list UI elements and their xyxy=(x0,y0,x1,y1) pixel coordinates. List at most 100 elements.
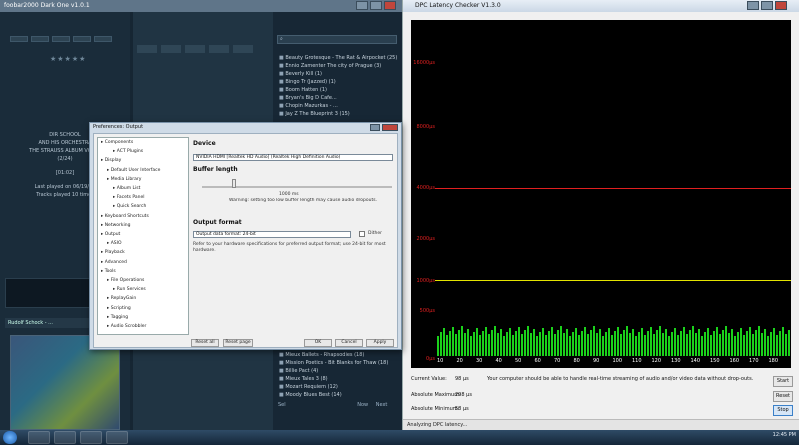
ok-button[interactable]: OK xyxy=(304,339,332,347)
playlist-item[interactable]: Boom Hatten (1) xyxy=(279,87,399,94)
y-tick-label: 16000µs xyxy=(413,60,435,66)
tree-item[interactable]: ▸ Audio Scrobbler xyxy=(107,324,146,329)
start-button[interactable] xyxy=(3,431,17,444)
taskbar: 12:45 PM xyxy=(0,430,799,445)
tree-item[interactable]: ▸ Facets Panel xyxy=(113,195,145,200)
y-tick-label: 2000µs xyxy=(416,236,435,242)
tree-item[interactable]: ▸ ACT Plugins xyxy=(113,149,143,154)
playlist-item[interactable]: Beauty Grotesque - The Rat & Airpocket (… xyxy=(279,55,399,62)
tree-item[interactable]: ▸ Default User Interface xyxy=(107,168,160,173)
taskbar-app[interactable] xyxy=(106,431,128,444)
start-button[interactable]: Start xyxy=(773,376,793,387)
taskbar-app[interactable] xyxy=(80,431,102,444)
x-tick-label: 50 xyxy=(515,358,522,364)
abs-max-value: 298 µs xyxy=(455,392,472,398)
output-format-note: Refer to your hardware specifications fo… xyxy=(193,242,386,253)
y-tick-label: 1000µs xyxy=(416,278,435,284)
tree-item[interactable]: ▸ Tools xyxy=(101,269,116,274)
playlist-item[interactable]: Chopin Mazurkas - ... xyxy=(279,103,399,110)
reset-button[interactable]: Reset xyxy=(773,391,793,402)
column-header[interactable] xyxy=(209,45,229,53)
tree-item[interactable]: ▸ Run Services xyxy=(113,287,146,292)
tree-item[interactable]: ▸ Quick Search xyxy=(113,204,146,209)
playlist-item[interactable]: Mieux Ballets - Rhapsodies (18) xyxy=(279,352,399,359)
tab-sel[interactable]: Sel xyxy=(278,402,286,408)
close-button[interactable] xyxy=(384,1,396,10)
x-tick-label: 150 xyxy=(710,358,720,364)
tree-item[interactable]: ▸ Scripting xyxy=(107,306,131,311)
playlist-item[interactable]: Billie Pact (4) xyxy=(279,368,399,375)
prev-button[interactable] xyxy=(73,36,91,42)
tree-item[interactable]: ▸ Tagging xyxy=(107,315,128,320)
latency-checker-window: DPC Latency Checker V1.3.0 16000µs 8000µ… xyxy=(402,0,799,430)
tree-item[interactable]: ▸ Advanced xyxy=(101,260,127,265)
x-tick-label: 140 xyxy=(690,358,701,364)
tree-item[interactable]: ▸ Components xyxy=(101,140,133,145)
buffer-slider[interactable] xyxy=(232,179,236,188)
playlist-item[interactable]: Mieux Tales 3 (8) xyxy=(279,376,399,383)
tree-item[interactable]: ▸ Keyboard Shortcuts xyxy=(101,214,149,219)
dither-checkbox[interactable] xyxy=(359,231,365,237)
clock[interactable]: 12:45 PM xyxy=(730,432,796,443)
playlist-item[interactable]: Bingo Tr (Jazzed) (1) xyxy=(279,79,399,86)
help-button[interactable] xyxy=(370,124,380,131)
dialog-title: Preferences: Output xyxy=(93,124,144,130)
device-select[interactable]: NVIDIA HDMI [Realtek HD Audio] (Realtek … xyxy=(193,154,393,161)
output-format-label: Output format xyxy=(193,219,242,226)
column-header[interactable] xyxy=(233,45,253,53)
x-axis: 10 20 30 40 50 60 70 80 90 100 110 120 130 140 150 160 1… xyxy=(437,20,791,368)
playlist-item[interactable]: Jay Z The Blueprint 3 (15) xyxy=(279,111,399,118)
tree-item[interactable]: ▸ Display xyxy=(101,158,121,163)
taskbar-app[interactable] xyxy=(28,431,50,444)
reset-all-button[interactable]: Reset all xyxy=(191,339,219,347)
column-header[interactable] xyxy=(137,45,157,53)
tree-item[interactable]: ▸ ReplayGain xyxy=(107,296,136,301)
maximize-button[interactable] xyxy=(761,1,773,10)
close-button[interactable] xyxy=(775,1,787,10)
tree-item[interactable]: ▸ Media Library xyxy=(107,177,141,182)
tree-item[interactable]: ▸ File Operations xyxy=(107,278,144,283)
x-tick-label: 110 xyxy=(632,358,642,364)
playlist-item[interactable]: Bryan's Big D Cafe... xyxy=(279,95,399,102)
playlist-tabs: Sel Now Next xyxy=(278,402,400,410)
next-button[interactable] xyxy=(94,36,112,42)
foobar-title-bar: foobar2000 Dark One v1.0.1 xyxy=(0,0,402,12)
minimize-button[interactable] xyxy=(356,1,368,10)
latency-chart: 16000µs 8000µs 4000µs 2000µs 1000µs 500µ… xyxy=(411,20,791,368)
output-format-select[interactable]: Output data format: 24-bit xyxy=(193,231,351,238)
stop-button[interactable] xyxy=(10,36,28,42)
pause-button[interactable] xyxy=(52,36,70,42)
tree-item[interactable]: ▸ Output xyxy=(101,232,120,237)
minimize-button[interactable] xyxy=(747,1,759,10)
playlist-item[interactable]: Mozart Requiem (12) xyxy=(279,384,399,391)
playlist-item[interactable]: Moody Blues Best (14) xyxy=(279,392,399,399)
taskbar-app[interactable] xyxy=(54,431,76,444)
search-input[interactable]: ⌕ xyxy=(277,35,397,44)
play-button[interactable] xyxy=(31,36,49,42)
rating-stars[interactable]: ★★★★★ xyxy=(50,55,86,63)
column-header[interactable] xyxy=(185,45,205,53)
tab-next[interactable]: Next xyxy=(376,402,388,408)
buffer-note: Warning: setting too low buffer length m… xyxy=(229,198,378,203)
close-button[interactable] xyxy=(382,124,398,131)
cancel-button[interactable]: Cancel xyxy=(335,339,363,347)
playlist-item[interactable]: Mission Poetics - Bit Blanks for Thaw (1… xyxy=(279,360,399,367)
playlist-item[interactable]: Ennio Zamenter The city of Prague (3) xyxy=(279,63,399,70)
x-tick-label: 60 xyxy=(534,358,541,364)
buffer-label: Buffer length xyxy=(193,166,238,173)
x-tick-label: 30 xyxy=(476,358,483,364)
stop-button[interactable]: Stop xyxy=(773,405,793,416)
playlist-item[interactable]: Beverly Kill (1) xyxy=(279,71,399,78)
maximize-button[interactable] xyxy=(370,1,382,10)
x-tick-label: 100 xyxy=(612,358,623,364)
column-header[interactable] xyxy=(161,45,181,53)
apply-button[interactable]: Apply xyxy=(366,339,394,347)
tree-item[interactable]: ▸ ASIO xyxy=(107,241,122,246)
tree-item[interactable]: ▸ Playback xyxy=(101,250,125,255)
reset-page-button[interactable]: Reset page xyxy=(223,339,253,347)
tree-item[interactable]: ▸ Album List xyxy=(113,186,140,191)
tab-now[interactable]: Now xyxy=(357,402,368,408)
tree-item[interactable]: ▸ Networking xyxy=(101,223,130,228)
x-tick-label: 20 xyxy=(456,358,463,364)
latency-message: Your computer should be able to handle r… xyxy=(487,376,754,382)
